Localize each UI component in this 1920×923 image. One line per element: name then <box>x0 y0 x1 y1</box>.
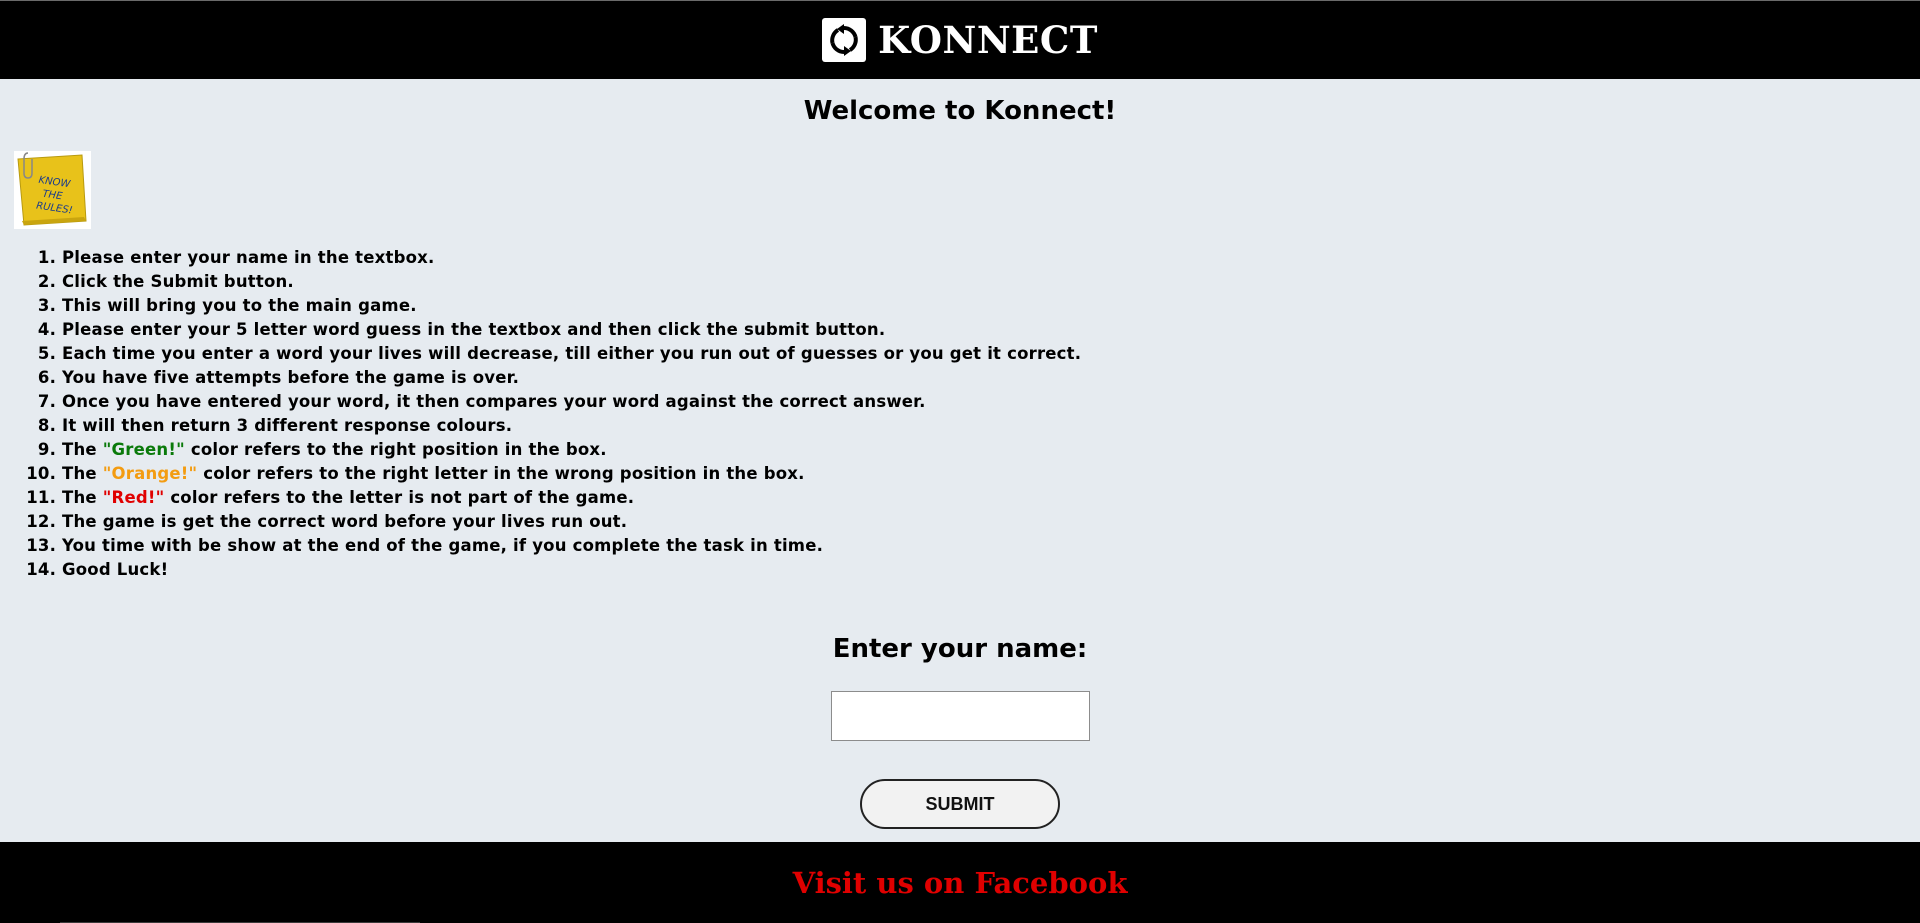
rule-item-green: The "Green!" color refers to the right p… <box>62 438 1081 462</box>
rule-item-red: The "Red!" color refers to the letter is… <box>62 486 1081 510</box>
facebook-link[interactable]: Visit us on Facebook <box>793 866 1128 900</box>
green-label: "Green!" <box>102 440 185 459</box>
rule-item: Please enter your name in the textbox. <box>62 246 1081 270</box>
rule-item: You time with be show at the end of the … <box>62 534 1081 558</box>
rule-item: Please enter your 5 letter word guess in… <box>62 318 1081 342</box>
rule-item: It will then return 3 different response… <box>62 414 1081 438</box>
rule-item: Click the Submit button. <box>62 270 1081 294</box>
site-title: KONNECT <box>878 18 1098 62</box>
rule-item: Once you have entered your word, it then… <box>62 390 1081 414</box>
rule-item: You have five attempts before the game i… <box>62 366 1081 390</box>
rule-item: This will bring you to the main game. <box>62 294 1081 318</box>
know-the-rules-image: KNOW THE RULES! <box>14 151 91 229</box>
refresh-icon <box>822 18 867 62</box>
rule-item-orange: The "Orange!" color refers to the right … <box>62 462 1081 486</box>
orange-label: "Orange!" <box>102 464 198 483</box>
welcome-heading: Welcome to Konnect! <box>803 96 1117 126</box>
submit-button[interactable]: SUBMIT <box>860 779 1060 829</box>
site-header: KONNECT <box>0 0 1920 79</box>
rule-item: The game is get the correct word before … <box>62 510 1081 534</box>
name-input[interactable] <box>831 691 1090 741</box>
red-label: "Red!" <box>102 488 165 507</box>
rules-list: Please enter your name in the textbox. C… <box>20 246 1081 582</box>
rule-item: Each time you enter a word your lives wi… <box>62 342 1081 366</box>
site-footer: Visit us on Facebook <box>0 842 1920 923</box>
site-logo[interactable]: KONNECT <box>822 18 1098 62</box>
name-label: Enter your name: <box>832 634 1088 664</box>
rule-item: Good Luck! <box>62 558 1081 582</box>
